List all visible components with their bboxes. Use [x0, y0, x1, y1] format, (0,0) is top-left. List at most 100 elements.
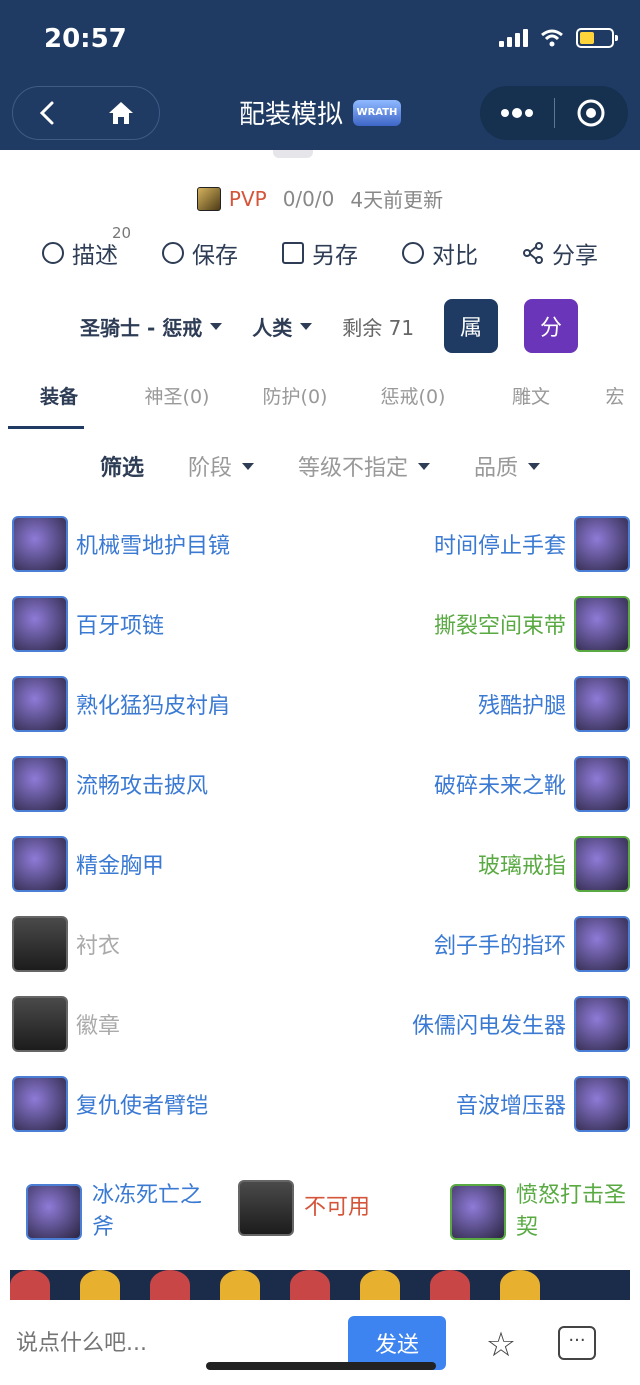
- active-tab-underline: [8, 426, 84, 429]
- gear-slot-relic[interactable]: 愤怒打击圣契: [450, 1180, 626, 1244]
- chevron-down-icon: [210, 322, 223, 330]
- describe-count-badge: 20: [112, 224, 132, 242]
- comment-input[interactable]: [16, 1318, 346, 1368]
- score-button[interactable]: 分: [524, 299, 579, 353]
- item-name: 复仇使者臂铠: [76, 1094, 209, 1119]
- tab-glyphs[interactable]: 雕文: [472, 370, 590, 430]
- tab-equipment[interactable]: 装备: [0, 370, 118, 430]
- comment-bar: 发送 ☆ ···: [0, 1300, 640, 1385]
- gear-row: 复仇使者臂铠 音波增压器: [12, 1074, 630, 1136]
- gear-slot-finger2[interactable]: 刽子手的指环: [434, 914, 630, 974]
- gear-slot-main-hand[interactable]: 冰冻死亡之斧: [26, 1180, 202, 1244]
- status-icons: [499, 28, 618, 48]
- gear-slot-neck[interactable]: 百牙项链: [12, 594, 164, 654]
- item-name: 流畅攻击披风: [76, 774, 209, 799]
- item-name: 精金胸甲: [76, 854, 165, 879]
- header: 20:57 配装模拟 WRATH: [0, 0, 640, 150]
- item-name: 冰冻死亡之斧: [92, 1183, 203, 1240]
- ad-banner[interactable]: [10, 1270, 630, 1300]
- gear-slot-feet[interactable]: 破碎未来之靴: [434, 754, 630, 814]
- gear-row: 机械雪地护目镜 时间停止手套: [12, 514, 630, 576]
- item-icon: [574, 596, 630, 652]
- filter-label: 筛选: [99, 456, 144, 481]
- race-value: 人类: [252, 315, 293, 340]
- item-name: 破碎未来之靴: [433, 774, 566, 799]
- compare-label: 对比: [432, 243, 478, 269]
- save-button[interactable]: 保存: [162, 236, 238, 270]
- item-name: 愤怒打击圣契: [516, 1183, 627, 1240]
- level-label: 等级不指定: [298, 456, 409, 481]
- gear-slot-wrist[interactable]: 复仇使者臂铠: [12, 1074, 208, 1134]
- level-dropdown[interactable]: 等级不指定: [298, 450, 431, 482]
- item-icon: [574, 916, 630, 972]
- item-name: 残酷护腿: [477, 694, 566, 719]
- gear-slot-finger1[interactable]: 玻璃戒指: [478, 834, 630, 894]
- tab-retribution[interactable]: 惩戒(0): [354, 370, 472, 430]
- battery-icon: [576, 28, 618, 48]
- item-name: 刽子手的指环: [433, 934, 566, 959]
- signal-icon: [499, 29, 528, 47]
- item-icon: [12, 596, 68, 652]
- filter-row: 筛选 阶段 等级不指定 品质: [0, 444, 640, 488]
- class-dropdown[interactable]: 圣骑士 - 惩戒: [80, 312, 223, 341]
- gear-slot-trinket1[interactable]: 侏儒闪电发生器: [412, 994, 630, 1054]
- item-icon: [12, 996, 68, 1052]
- tab-macros[interactable]: 宏: [590, 370, 640, 430]
- gear-slot-waist[interactable]: 撕裂空间束带: [434, 594, 630, 654]
- item-icon: [574, 676, 630, 732]
- tab-protection[interactable]: 防护(0): [236, 370, 354, 430]
- item-name: 撕裂空间束带: [433, 614, 566, 639]
- share-button[interactable]: 分享: [522, 236, 598, 270]
- save-label: 保存: [192, 243, 238, 269]
- comment-icon[interactable]: ···: [558, 1326, 596, 1360]
- share-label: 分享: [552, 243, 598, 269]
- item-icon: [574, 756, 630, 812]
- action-bar: 描述 20 保存 另存 对比 分享: [0, 224, 640, 276]
- gear-slot-back[interactable]: 流畅攻击披风: [12, 754, 208, 814]
- race-dropdown[interactable]: 人类: [252, 312, 313, 341]
- item-icon: [12, 1076, 68, 1132]
- wrath-logo: WRATH: [353, 99, 401, 126]
- tab-bar: 装备 神圣(0) 防护(0) 惩戒(0) 雕文 宏: [0, 370, 640, 430]
- gear-row: 徽章 侏儒闪电发生器: [12, 994, 630, 1056]
- weapon-slots: 冰冻死亡之斧 不可用 愤怒打击圣契: [26, 1180, 634, 1244]
- item-name: 音波增压器: [455, 1094, 566, 1119]
- status-time: 20:57: [44, 24, 127, 54]
- item-name: 机械雪地护目镜: [76, 534, 231, 559]
- gear-list: 机械雪地护目镜 时间停止手套 百牙项链 撕裂空间束带 熟化猛犸皮衬肩 残酷护腿 …: [12, 514, 630, 1154]
- gear-row: 百牙项链 撕裂空间束带: [12, 594, 630, 656]
- close-miniapp-icon[interactable]: [555, 86, 629, 140]
- more-icon[interactable]: [480, 86, 554, 140]
- gear-slot-off-hand[interactable]: 不可用: [238, 1180, 370, 1236]
- quality-dropdown[interactable]: 品质: [474, 450, 541, 482]
- describe-button[interactable]: 描述 20: [42, 224, 131, 270]
- gear-row: 精金胸甲 玻璃戒指: [12, 834, 630, 896]
- item-icon: [574, 516, 630, 572]
- gear-slot-legs[interactable]: 残酷护腿: [478, 674, 630, 734]
- compare-button[interactable]: 对比: [402, 236, 478, 270]
- gear-slot-chest[interactable]: 精金胸甲: [12, 834, 164, 894]
- gear-slot-shirt[interactable]: 衬衣: [12, 914, 120, 974]
- page-title-text: 配装模拟: [238, 100, 343, 130]
- tab-holy[interactable]: 神圣(0): [118, 370, 236, 430]
- item-icon: [12, 676, 68, 732]
- save-as-button[interactable]: 另存: [282, 236, 358, 270]
- chevron-down-icon: [300, 322, 313, 330]
- gear-slot-tabard[interactable]: 徽章: [12, 994, 120, 1054]
- attributes-button[interactable]: 属: [444, 299, 499, 353]
- item-icon: [12, 836, 68, 892]
- class-value: 圣骑士 - 惩戒: [80, 315, 203, 340]
- gear-slot-hands[interactable]: 时间停止手套: [434, 514, 630, 574]
- gear-slot-head[interactable]: 机械雪地护目镜: [12, 514, 230, 574]
- star-icon[interactable]: ☆: [480, 1324, 522, 1366]
- gear-slot-trinket2[interactable]: 音波增压器: [456, 1074, 630, 1134]
- item-name: 不可用: [304, 1195, 371, 1220]
- quality-label: 品质: [474, 456, 519, 481]
- stage-dropdown[interactable]: 阶段: [188, 450, 254, 482]
- share-icon: [523, 242, 543, 264]
- item-name: 侏儒闪电发生器: [411, 1014, 566, 1039]
- check-circle-icon: [162, 242, 184, 264]
- home-indicator: [206, 1362, 436, 1370]
- build-info: PVP 0/0/0 4天前更新: [0, 184, 640, 213]
- gear-slot-shoulder[interactable]: 熟化猛犸皮衬肩: [12, 674, 230, 734]
